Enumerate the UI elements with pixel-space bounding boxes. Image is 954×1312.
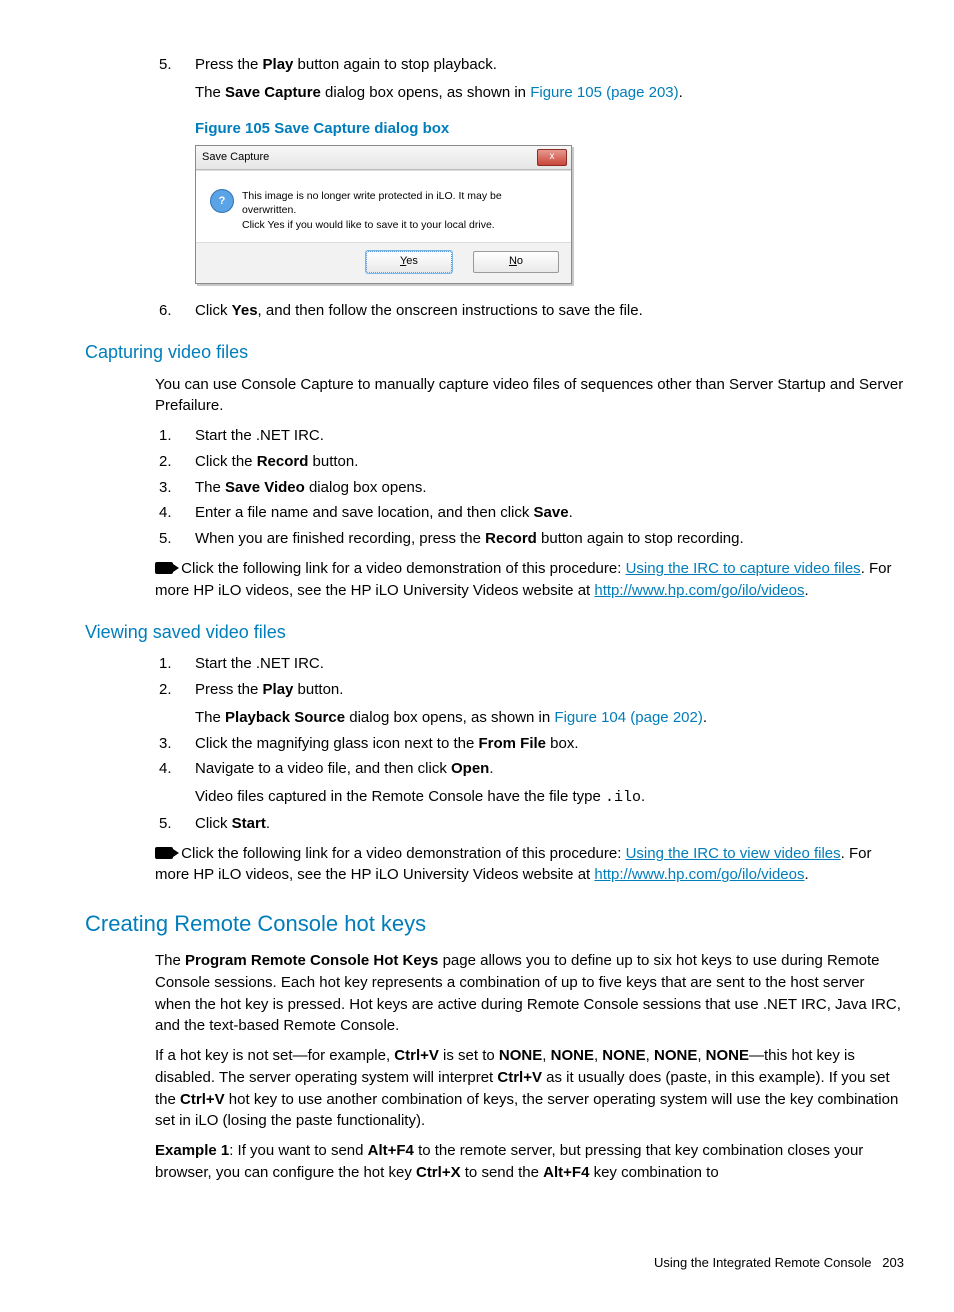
view-step-2: 2. Press the Play button. The Playback S… [155, 679, 707, 729]
hotkeys-para-3: Example 1: If you want to send Alt+F4 to… [85, 1140, 904, 1184]
step-text: Press the Play button again to stop play… [195, 54, 683, 104]
view-step-5: 5.Click Start. [155, 813, 270, 835]
xref-figure-105[interactable]: Figure 105 (page 203) [530, 84, 678, 101]
link-view-video[interactable]: Using the IRC to view video files [626, 845, 841, 862]
capture-video-note: Click the following link for a video dem… [85, 558, 904, 602]
close-icon[interactable]: x [537, 149, 567, 166]
save-capture-dialog: Save Capture x ? This image is no longer… [195, 145, 572, 283]
view-step-1: 1.Start the .NET IRC. [155, 653, 324, 675]
capture-step-3: 3.The Save Video dialog box opens. [155, 477, 427, 499]
view-step-3: 3.Click the magnifying glass icon next t… [155, 733, 579, 755]
page-footer: Using the Integrated Remote Console 203 [85, 1254, 904, 1273]
video-icon [155, 847, 173, 859]
video-icon [155, 562, 173, 574]
capture-step-1: 1.Start the .NET IRC. [155, 425, 324, 447]
hotkeys-para-1: The Program Remote Console Hot Keys page… [85, 950, 904, 1037]
question-icon: ? [210, 189, 234, 213]
capture-step-4: 4.Enter a file name and save location, a… [155, 502, 573, 524]
step-6: 6. Click Yes, and then follow the onscre… [155, 300, 643, 322]
no-button[interactable]: No [473, 251, 559, 273]
link-ilo-videos[interactable]: http://www.hp.com/go/ilo/videos [594, 866, 804, 883]
capture-step-2: 2.Click the Record button. [155, 451, 358, 473]
heading-capturing-video-files: Capturing video files [85, 339, 904, 365]
yes-button[interactable]: Yes [366, 251, 452, 273]
xref-figure-104[interactable]: Figure 104 (page 202) [554, 709, 702, 726]
capture-step-5: 5.When you are finished recording, press… [155, 528, 744, 550]
step-5: 5. Press the Play button again to stop p… [155, 54, 683, 104]
dialog-message: This image is no longer write protected … [242, 189, 557, 232]
hotkeys-para-2: If a hot key is not set—for example, Ctr… [85, 1045, 904, 1132]
link-capture-video[interactable]: Using the IRC to capture video files [626, 560, 861, 577]
dialog-title: Save Capture [202, 150, 537, 166]
figure-105-caption: Figure 105 Save Capture dialog box [85, 118, 904, 140]
heading-viewing-saved-video-files: Viewing saved video files [85, 619, 904, 645]
view-video-note: Click the following link for a video dem… [85, 843, 904, 887]
capture-intro: You can use Console Capture to manually … [85, 374, 904, 418]
heading-creating-remote-console-hot-keys: Creating Remote Console hot keys [85, 908, 904, 940]
link-ilo-videos[interactable]: http://www.hp.com/go/ilo/videos [594, 582, 804, 599]
view-step-4: 4. Navigate to a video file, and then cl… [155, 758, 645, 809]
step-number: 5. [155, 54, 195, 104]
